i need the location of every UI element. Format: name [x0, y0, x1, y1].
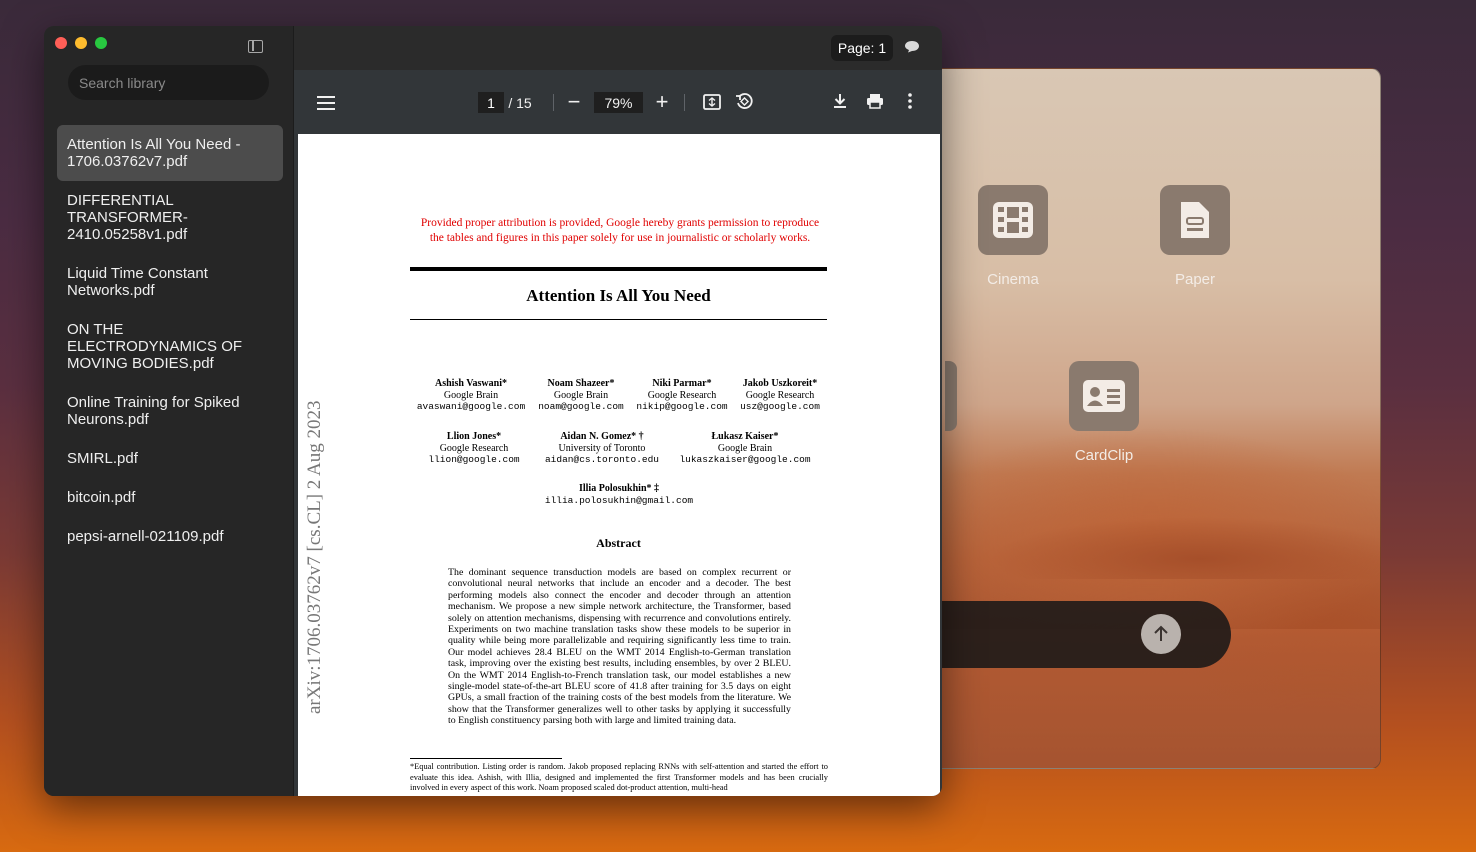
author-affiliation: University of Toronto — [558, 442, 646, 454]
paper-app-label: Paper — [1174, 271, 1216, 288]
author-email: noam@google.com — [538, 401, 624, 412]
window-topbar: Page: 1 — [294, 26, 942, 70]
file-item[interactable]: DIFFERENTIAL TRANSFORMER-2410.05258v1.pd… — [57, 181, 283, 254]
author-affiliation: Google Brain — [443, 389, 499, 401]
author-affiliation: Google Research — [439, 442, 509, 454]
prompt-input-bar[interactable] — [901, 601, 1231, 668]
file-item[interactable]: Liquid Time Constant Networks.pdf — [57, 254, 283, 310]
author-block: Noam Shazeer* Google Brain noam@google.c… — [528, 378, 634, 413]
author-name: Jakob Uszkoreit* — [742, 378, 818, 389]
toolbar-divider — [684, 94, 685, 111]
cardclip-app-label: CardClip — [1074, 447, 1134, 464]
permission-notice: Provided proper attribution is provided,… — [420, 217, 820, 244]
author-block: Jakob Uszkoreit* Google Research usz@goo… — [734, 378, 826, 413]
film-icon — [993, 202, 1033, 238]
file-item[interactable]: SMIRL.pdf — [57, 439, 283, 478]
paper-title: Attention Is All You Need — [526, 286, 711, 305]
arxiv-stamp: arXiv:1706.03762v7 [cs.CL] 2 Aug 2023 — [304, 400, 325, 714]
cardclip-app-button[interactable] — [1069, 361, 1139, 431]
comment-icon[interactable] — [904, 40, 920, 53]
abstract-text: The dominant sequence transduction model… — [448, 567, 791, 727]
partial-app-tile[interactable] — [945, 361, 957, 431]
more-options-icon[interactable] — [908, 93, 912, 109]
file-item[interactable]: bitcoin.pdf — [57, 478, 283, 517]
author-block: Łukasz Kaiser* Google Brain lukaszkaiser… — [670, 431, 820, 466]
author-block: Aidan N. Gomez* † University of Toronto … — [536, 431, 668, 466]
author-name: Aidan N. Gomez* † — [560, 431, 644, 442]
author-email: avaswani@google.com — [416, 401, 526, 412]
download-icon[interactable] — [833, 93, 847, 109]
paper-app-button[interactable] — [1160, 185, 1230, 255]
close-window-button[interactable] — [55, 37, 67, 49]
page-number-input[interactable]: 1 — [478, 92, 504, 113]
author-affiliation: Google Research — [745, 389, 815, 401]
author-name: Illia Polosukhin* ‡ — [578, 483, 660, 494]
cinema-app-label: Cinema — [987, 271, 1039, 288]
author-block: Llion Jones* Google Research llion@googl… — [416, 431, 532, 466]
author-name: Niki Parmar* — [652, 378, 712, 389]
author-name: Łukasz Kaiser* — [711, 431, 779, 442]
pdf-reader-window: Attention Is All You Need - 1706.03762v7… — [44, 26, 942, 796]
file-item[interactable]: Online Training for Spiked Neurons.pdf — [57, 383, 283, 439]
author-affiliation: Google Research — [647, 389, 717, 401]
author-email: lukaszkaiser@google.com — [679, 454, 811, 465]
file-item[interactable]: pepsi-arnell-021109.pdf — [57, 517, 283, 556]
author-email: nikip@google.com — [636, 401, 728, 412]
arrow-up-icon — [1154, 625, 1168, 641]
pdf-viewer: Page: 1 1 / 15 − 79% + Provided proper a… — [294, 26, 942, 796]
author-name: Llion Jones* — [446, 431, 502, 442]
zoom-level-input[interactable]: 79% — [594, 92, 643, 113]
zoom-window-button[interactable] — [95, 37, 107, 49]
file-item[interactable]: ON THE ELECTRODYNAMICS OF MOVING BODIES.… — [57, 310, 283, 383]
title-rule — [410, 267, 827, 271]
footnote-text: *Equal contribution. Listing order is ra… — [410, 762, 828, 792]
author-email: llion@google.com — [428, 454, 520, 465]
author-name: Noam Shazeer* — [547, 378, 615, 389]
zoom-out-button[interactable]: − — [564, 89, 584, 114]
contact-card-icon — [1083, 380, 1125, 412]
cinema-app-button[interactable] — [978, 185, 1048, 255]
fit-page-icon[interactable] — [703, 94, 721, 110]
file-item[interactable]: Attention Is All You Need - 1706.03762v7… — [57, 125, 283, 181]
background-app-window: Cinema Paper CardClip — [900, 68, 1381, 769]
author-block: Niki Parmar* Google Research nikip@googl… — [630, 378, 734, 413]
author-block: Illia Polosukhin* ‡ illia.polosukhin@gma… — [530, 483, 708, 506]
author-name: Ashish Vaswani* — [435, 378, 507, 389]
author-affiliation: Google Brain — [717, 442, 773, 454]
page-total: / 15 — [508, 94, 532, 111]
sidebar-toggle-icon[interactable] — [248, 40, 263, 53]
abstract-heading: Abstract — [596, 536, 641, 550]
author-affiliation: Google Brain — [553, 389, 609, 401]
author-email: aidan@cs.toronto.edu — [544, 454, 660, 465]
sidebar: Attention Is All You Need - 1706.03762v7… — [44, 26, 294, 796]
footnote-rule — [410, 758, 562, 759]
author-email: usz@google.com — [740, 401, 820, 412]
pdf-toolbar: 1 / 15 − 79% + — [294, 70, 942, 134]
document-icon — [1181, 202, 1209, 238]
file-list: Attention Is All You Need - 1706.03762v7… — [57, 125, 283, 556]
minimize-window-button[interactable] — [75, 37, 87, 49]
rotate-icon[interactable] — [735, 92, 753, 110]
send-button[interactable] — [1141, 614, 1181, 654]
author-email: illia.polosukhin@gmail.com — [544, 494, 694, 506]
search-input[interactable] — [68, 65, 269, 100]
zoom-in-button[interactable]: + — [652, 89, 672, 114]
pdf-page: Provided proper attribution is provided,… — [298, 134, 940, 796]
toolbar-divider — [553, 94, 554, 111]
author-block: Ashish Vaswani* Google Brain avaswani@go… — [416, 378, 526, 413]
page-indicator: Page: 1 — [831, 35, 893, 61]
title-rule — [410, 319, 827, 320]
menu-icon[interactable] — [317, 96, 335, 110]
desert-dune — [901, 489, 1380, 579]
print-icon[interactable] — [866, 93, 884, 109]
